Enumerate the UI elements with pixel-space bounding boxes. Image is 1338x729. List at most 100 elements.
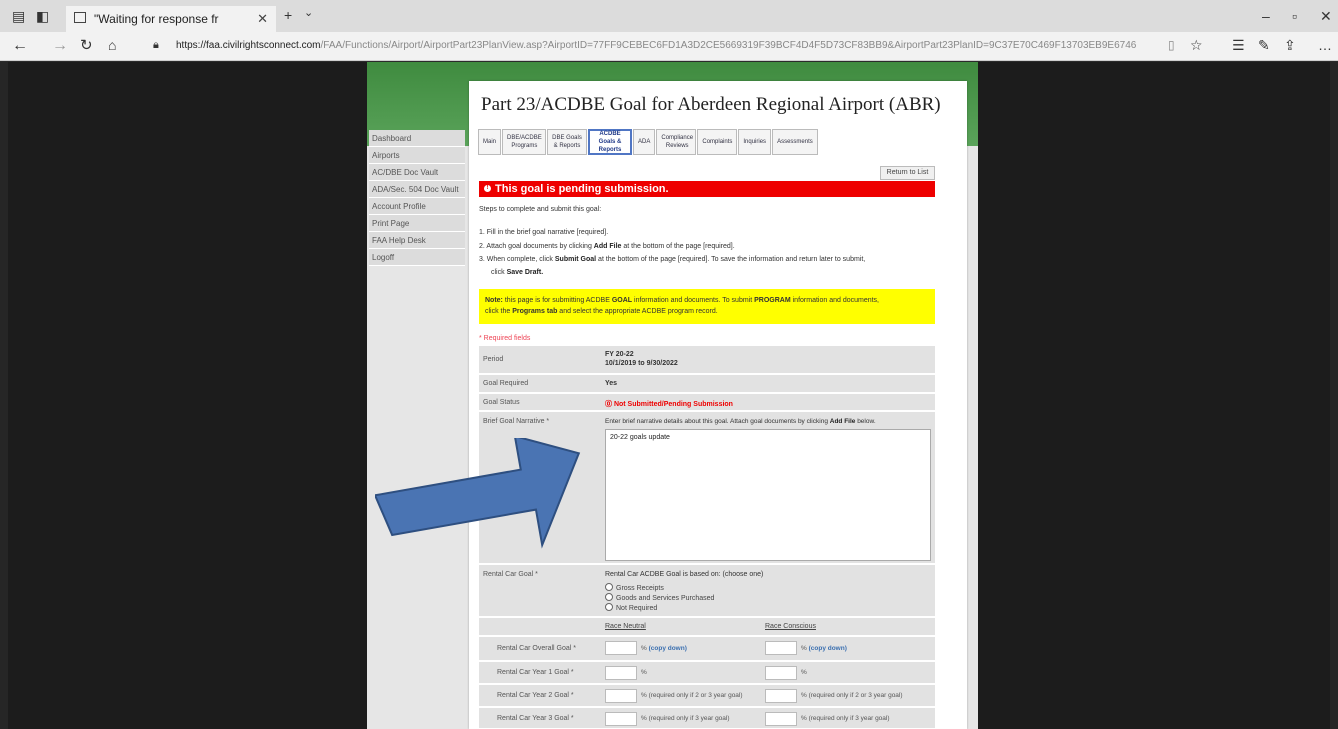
sidebar-item-account-profile[interactable]: Account Profile [369,198,465,215]
year1-goal-row: Rental Car Year 1 Goal * % % [479,662,935,684]
pen-icon[interactable]: ✎ [1258,38,1270,52]
minimize-icon[interactable]: – [1262,9,1270,23]
sidebar-item-airports[interactable]: Airports [369,147,465,164]
year1-conscious-input[interactable] [765,666,797,680]
browser-titlebar: ▤ ◧ "Waiting for response fr ✕ + ⌄ – ▫ ✕ [0,0,1338,32]
race-neutral-header: Race Neutral [605,623,646,630]
required-fields-note: * Required fields [479,335,531,342]
reading-view-icon[interactable]: ▯ [1168,39,1175,51]
step-1: 1. Fill in the brief goal narrative [req… [479,229,609,236]
tab-inquiries[interactable]: Inquiries [738,129,772,155]
overall-neutral-input[interactable] [605,641,637,655]
year3-conscious-input[interactable] [765,712,797,726]
goal-status-label: Goal Status [483,399,520,406]
sidebar-item-help-desk[interactable]: FAA Help Desk [369,232,465,249]
step-3-cont: click Save Draft. [491,269,544,276]
year1-neutral-input[interactable] [605,666,637,680]
tab-title: "Waiting for response fr [94,12,219,26]
back-icon[interactable]: ← [12,38,28,54]
goal-required-row: Goal Required Yes [479,375,935,393]
sidebar-item-dashboard[interactable]: Dashboard [369,130,465,147]
page-margin-left [8,62,367,729]
alert-text: This goal is pending submission. [495,183,669,195]
rental-car-label: Rental Car Goal * [483,571,538,578]
tab-dbe-acdbe-programs[interactable]: DBE/ACDBE Programs [502,129,547,155]
radio-goods-services[interactable]: Goods and Services Purchased [605,593,714,602]
goal-status-value: ⓪ Not Submitted/Pending Submission [605,401,733,408]
sidebar-item-print-page[interactable]: Print Page [369,215,465,232]
tab-preview-icon[interactable]: ◧ [36,9,49,23]
year1-conscious-pct: % [801,669,807,676]
period-value-range: 10/1/2019 to 9/30/2022 [605,360,678,367]
year2-neutral-hint: % (required only if 2 or 3 year goal) [641,692,743,699]
alert-icon: ! [484,185,491,192]
narrative-hint: Enter brief narrative details about this… [605,418,876,425]
overall-neutral-hint: % (copy down) [641,645,687,652]
sidebar-item-acdbe-doc-vault[interactable]: AC/DBE Doc Vault [369,164,465,181]
tab-compliance-reviews[interactable]: Compliance Reviews [656,129,697,155]
period-row: Period FY 20-22 10/1/2019 to 9/30/2022 [479,346,935,374]
year1-neutral-pct: % [641,669,647,676]
year3-goal-row: Rental Car Year 3 Goal * % (required onl… [479,708,935,729]
sidebar-nav: Dashboard Airports AC/DBE Doc Vault ADA/… [369,130,465,266]
year2-goal-row: Rental Car Year 2 Goal * % (required onl… [479,685,935,707]
page-title: Part 23/ACDBE Goal for Aberdeen Regional… [481,94,941,115]
narrative-label: Brief Goal Narrative * [483,418,550,425]
page-margin-right [978,62,1330,729]
tab-acdbe-goals-reports[interactable]: ACDBE Goals & Reports [588,129,633,155]
sidebar-item-ada-doc-vault[interactable]: ADA/Sec. 504 Doc Vault [369,181,465,198]
radio-gross-receipts[interactable]: Gross Receipts [605,583,664,592]
lock-icon: 🔒︎ [153,39,159,51]
year1-goal-label: Rental Car Year 1 Goal * [497,669,574,676]
period-value-fy: FY 20-22 [605,351,634,358]
year3-conscious-hint: % (required only if 3 year goal) [801,715,890,722]
narrative-textarea[interactable]: 20-22 goals update [605,429,931,561]
tab-main[interactable]: Main [478,129,502,155]
tab-ada[interactable]: ADA [633,129,656,155]
year2-neutral-input[interactable] [605,689,637,703]
annotation-arrow [375,438,581,549]
rental-car-hint: Rental Car ACDBE Goal is based on: (choo… [605,571,764,578]
favorite-star-icon[interactable]: ☆ [1190,38,1203,52]
chevron-down-icon[interactable]: ⌄ [304,8,313,19]
page-icon [74,12,86,23]
tab-dbe-goals-reports[interactable]: DBE Goals & Reports [547,129,588,155]
year2-conscious-hint: % (required only if 2 or 3 year goal) [801,692,903,699]
arrow-shape [375,438,581,549]
goal-required-value: Yes [605,380,618,387]
favorites-list-icon[interactable]: ☰ [1232,38,1245,52]
race-conscious-header: Race Conscious [765,623,816,630]
overall-goal-label: Rental Car Overall Goal * [497,645,576,652]
new-tab-icon[interactable]: + [284,8,292,22]
url-field[interactable]: https://faa.civilrightsconnect.com/FAA/F… [176,40,1136,51]
close-icon[interactable]: ✕ [257,11,268,27]
home-icon[interactable]: ⌂ [108,38,116,52]
tab-assessments[interactable]: Assessments [772,129,818,155]
step-3: 3. When complete, click Submit Goal at t… [479,256,866,263]
overall-goal-row: Rental Car Overall Goal * % (copy down) … [479,637,935,661]
overall-conscious-hint: % (copy down) [801,645,847,652]
share-icon[interactable]: ⇪ [1284,38,1296,52]
tab-actions-icon[interactable]: ▤ [12,9,25,23]
tab-complaints[interactable]: Complaints [697,129,738,155]
more-icon[interactable]: … [1318,38,1332,52]
steps-intro: Steps to complete and submit this goal: [479,206,602,213]
browser-tab[interactable]: "Waiting for response fr ✕ [66,6,276,32]
return-to-list-button[interactable]: Return to List [880,166,935,180]
year2-conscious-input[interactable] [765,689,797,703]
year3-goal-label: Rental Car Year 3 Goal * [497,715,574,722]
period-label: Period [483,356,504,363]
tab-bar: Main DBE/ACDBE Programs DBE Goals & Repo… [478,129,819,155]
refresh-icon[interactable]: ↻ [80,38,93,53]
overall-conscious-input[interactable] [765,641,797,655]
race-header-row: Race Neutral Race Conscious [479,618,935,636]
year3-neutral-input[interactable] [605,712,637,726]
sidebar-item-logoff[interactable]: Logoff [369,249,465,266]
rental-car-row: Rental Car Goal * Rental Car ACDBE Goal … [479,565,935,617]
window-close-icon[interactable]: ✕ [1320,9,1332,23]
note-box: Note: this page is for submitting ACDBE … [479,289,935,324]
step-2: 2. Attach goal documents by clicking Add… [479,243,735,250]
maximize-icon[interactable]: ▫ [1292,9,1297,23]
radio-not-required[interactable]: Not Required [605,603,657,612]
forward-icon[interactable]: → [52,38,68,54]
